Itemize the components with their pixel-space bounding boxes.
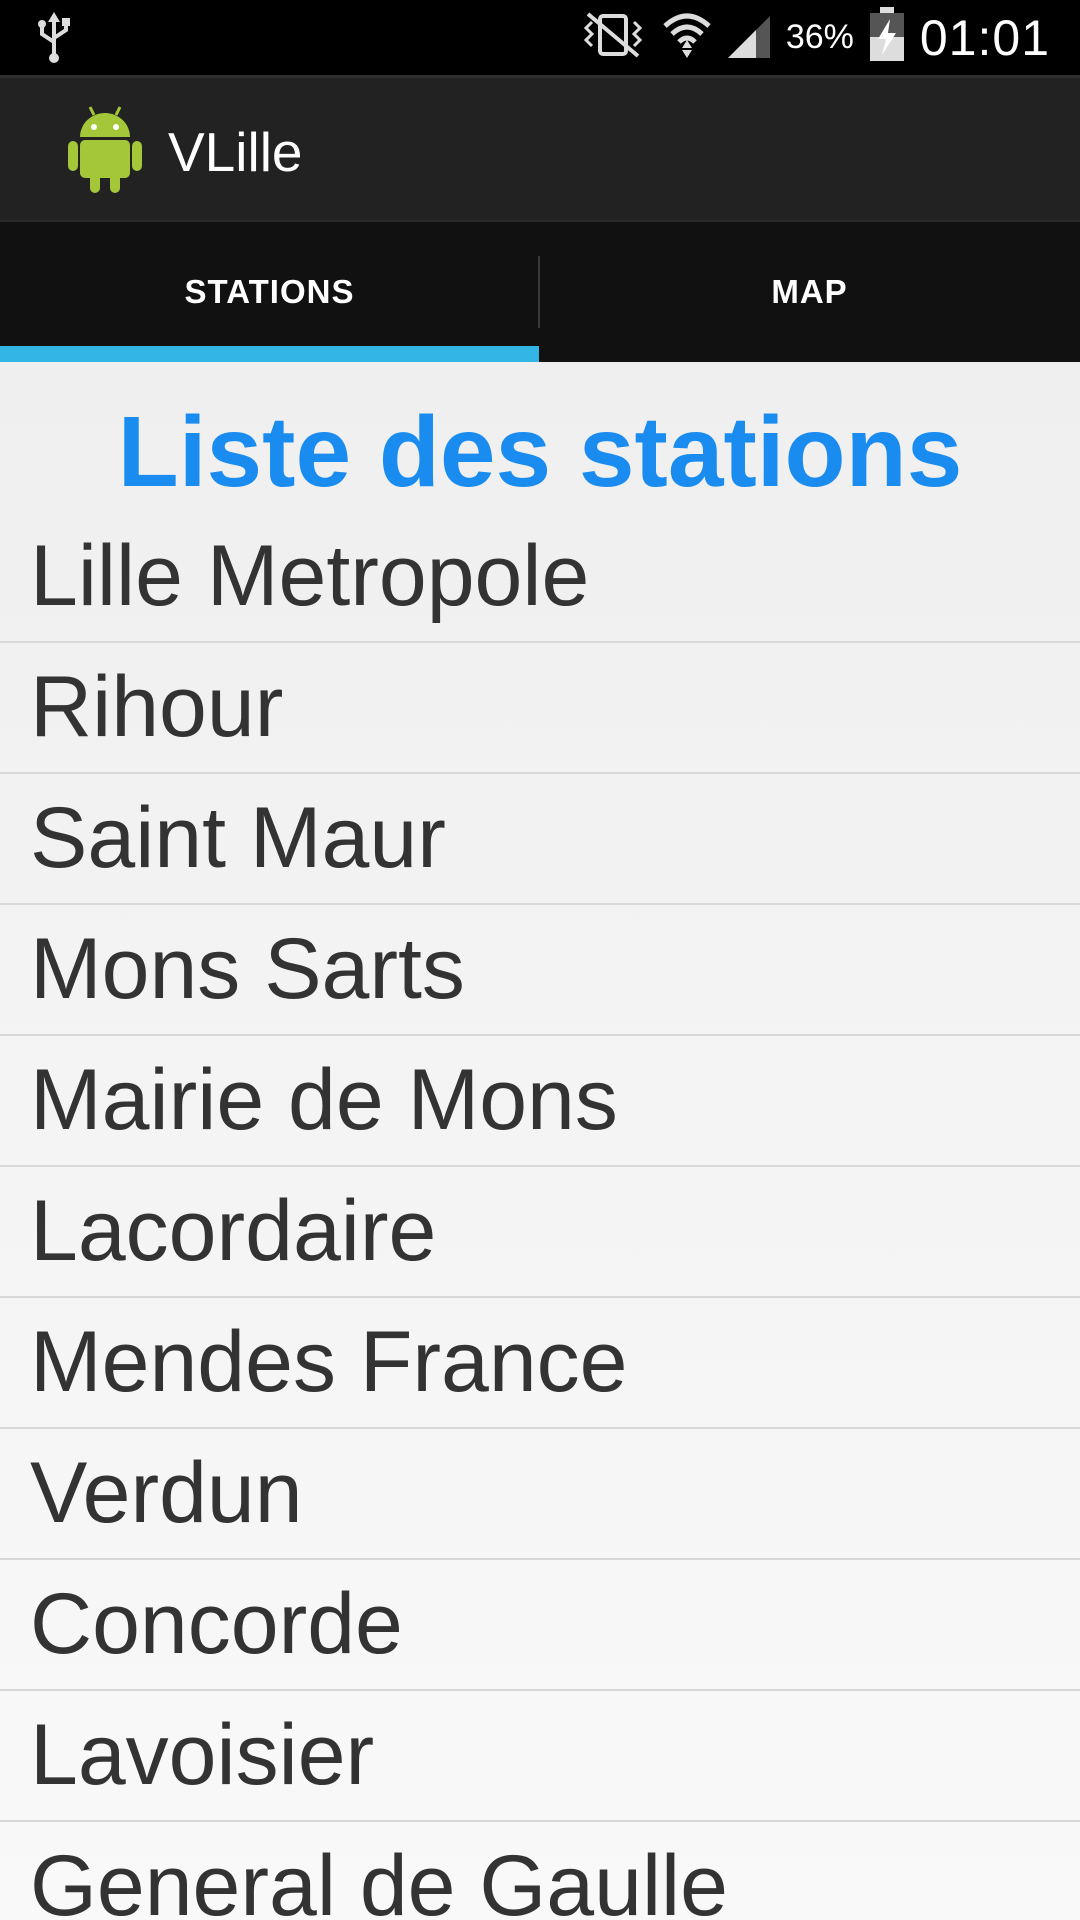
battery-charging-icon (868, 7, 906, 68)
tab-stations[interactable]: STATIONS (0, 222, 539, 362)
list-item[interactable]: Lille Metropole (0, 512, 1080, 643)
list-item[interactable]: Verdun (0, 1429, 1080, 1560)
stations-content[interactable]: Liste des stations Lille Metropole Rihou… (0, 362, 1080, 1920)
action-bar: VLille (0, 75, 1080, 220)
station-list[interactable]: Lille Metropole Rihour Saint Maur Mons S… (0, 512, 1080, 1920)
list-item[interactable]: Lacordaire (0, 1167, 1080, 1298)
tab-bar: STATIONS MAP (0, 220, 1080, 362)
page-title: Liste des stations (117, 396, 963, 508)
list-item[interactable]: Mairie de Mons (0, 1036, 1080, 1167)
app-title: VLille (168, 121, 303, 183)
battery-percent: 36% (785, 18, 854, 56)
usb-icon (36, 12, 72, 69)
wifi-icon (662, 10, 712, 65)
status-bar: 36% 01:01 (0, 0, 1080, 75)
android-robot-icon[interactable] (66, 103, 144, 198)
list-item[interactable]: Lavoisier (0, 1691, 1080, 1822)
list-item[interactable]: Mendes France (0, 1298, 1080, 1429)
list-item[interactable]: Concorde (0, 1560, 1080, 1691)
list-item[interactable]: Saint Maur (0, 774, 1080, 905)
status-clock: 01:01 (919, 9, 1050, 66)
list-item[interactable]: Rihour (0, 643, 1080, 774)
signal-icon (726, 10, 772, 65)
vibrate-icon (578, 10, 648, 65)
list-item[interactable]: General de Gaulle (0, 1822, 1080, 1920)
list-item[interactable]: Mons Sarts (0, 905, 1080, 1036)
tab-map[interactable]: MAP (540, 222, 1079, 362)
tab-selected-indicator (0, 346, 539, 362)
